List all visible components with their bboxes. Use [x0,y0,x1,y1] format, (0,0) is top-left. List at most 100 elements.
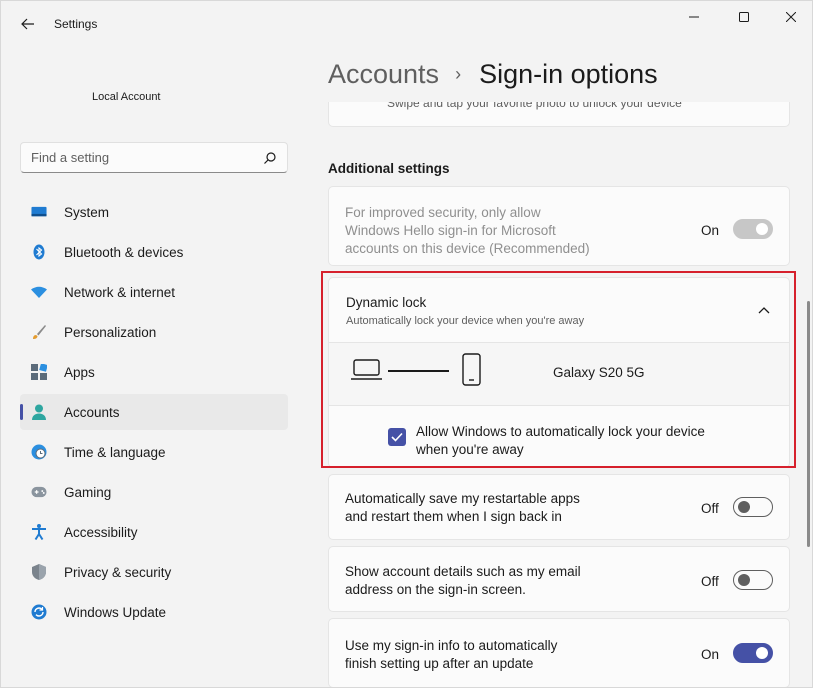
paired-device-name: Galaxy S20 5G [553,365,645,380]
sidebar-item-personalization[interactable]: Personalization [20,314,288,350]
back-button[interactable] [15,11,41,37]
picture-password-card[interactable]: Swipe and tap your favorite photo to unl… [328,102,790,127]
restart-apps-text: Automatically save my restartable apps a… [345,490,580,526]
hello-only-line: For improved security, only allow [345,205,541,220]
accessibility-icon [31,524,47,540]
profile-name: Local Account [92,91,161,103]
dynamic-lock-device-row: Galaxy S20 5G [328,343,790,406]
account-details-state: Off [701,574,719,589]
chevron-up-icon[interactable] [757,303,771,317]
toggle-knob [756,223,768,235]
sidebar-item-gaming[interactable]: Gaming [20,474,288,510]
hello-only-state: On [701,223,720,238]
avatar[interactable] [21,75,83,101]
picture-password-description: Swipe and tap your favorite photo to unl… [387,102,682,110]
signin-info-text: Use my sign-in info to automatically fin… [345,637,557,673]
minimize-icon [689,16,699,18]
sidebar-item-apps[interactable]: Apps [20,354,288,390]
sidebar-item-windows-update[interactable]: Windows Update [20,594,288,630]
globe-clock-icon [31,444,47,460]
restart-apps-line: and restart them when I sign back in [345,509,562,524]
sidebar-item-network[interactable]: Network & internet [20,274,288,310]
app-title: Settings [54,17,98,31]
account-details-toggle[interactable] [733,570,773,590]
signin-info-toggle[interactable] [733,643,773,663]
account-details-line: address on the sign-in screen. [345,582,526,597]
gamepad-icon [31,484,47,500]
sidebar-item-label: Accessibility [64,524,138,540]
laptop-icon [351,359,382,380]
maximize-button[interactable] [721,1,767,33]
account-details-line: Show account details such as my email [345,564,581,579]
account-icon [31,404,47,420]
sidebar-item-label: Accounts [64,404,120,420]
breadcrumb-parent[interactable]: Accounts [328,59,439,90]
sidebar-item-time-language[interactable]: Time & language [20,434,288,470]
search-box[interactable] [20,142,288,173]
account-details-text: Show account details such as my email ad… [345,563,581,599]
checkbox-label-line: when you're away [416,442,524,457]
dynamic-lock-header[interactable]: Dynamic lock Automatically lock your dev… [328,277,790,343]
maximize-icon [739,12,749,22]
dynamic-lock-title: Dynamic lock [346,295,427,310]
brush-icon [31,324,47,340]
sidebar-nav: System Bluetooth & devices Network & int… [20,194,288,634]
hello-only-setting: For improved security, only allow Window… [328,186,790,266]
hello-only-text: For improved security, only allow Window… [345,204,590,258]
restart-apps-setting: Automatically save my restartable apps a… [328,474,790,540]
sidebar-item-accounts[interactable]: Accounts [20,394,288,430]
restart-apps-line: Automatically save my restartable apps [345,491,580,506]
search-icon[interactable] [263,151,277,165]
sidebar-item-label: Personalization [64,324,157,340]
sidebar-item-bluetooth[interactable]: Bluetooth & devices [20,234,288,270]
toggle-knob [756,647,768,659]
sidebar-item-accessibility[interactable]: Accessibility [20,514,288,550]
toggle-knob [738,574,750,586]
phone-icon [462,353,481,386]
checkmark-icon [391,432,403,442]
signin-info-setting: Use my sign-in info to automatically fin… [328,618,790,687]
system-icon [31,204,47,220]
search-input[interactable] [31,150,251,165]
dynamic-lock-checkbox-label[interactable]: Allow Windows to automatically lock your… [416,423,746,459]
signin-info-line: Use my sign-in info to automatically [345,638,558,653]
signin-info-line: finish setting up after an update [345,656,534,671]
title-bar: Settings [1,1,812,47]
checkbox-label-line: Allow Windows to automatically lock your… [416,424,705,439]
restart-apps-state: Off [701,501,719,516]
breadcrumb: Accounts › Sign-in options [328,59,658,90]
signin-info-state: On [701,647,720,662]
scrollbar[interactable] [807,301,810,547]
close-button[interactable] [768,1,812,33]
connection-line [388,370,449,372]
sidebar-item-system[interactable]: System [20,194,288,230]
hello-only-toggle [733,219,773,239]
update-icon [31,604,47,620]
sidebar-item-label: Bluetooth & devices [64,244,184,260]
dynamic-lock-checkbox[interactable] [388,428,406,446]
dynamic-lock-subtitle: Automatically lock your device when you'… [346,315,585,327]
sidebar-item-label: Privacy & security [64,564,172,580]
additional-settings-heading: Additional settings [328,161,450,176]
back-arrow-icon [21,18,34,30]
minimize-button[interactable] [671,1,717,33]
sidebar-item-label: Apps [64,364,95,380]
bluetooth-icon [31,244,47,260]
apps-icon [31,364,47,380]
account-details-setting: Show account details such as my email ad… [328,546,790,612]
hello-only-line: Windows Hello sign-in for Microsoft [345,223,556,238]
sidebar-item-label: System [64,204,110,220]
sidebar-item-privacy[interactable]: Privacy & security [20,554,288,590]
sidebar-item-label: Windows Update [64,604,167,620]
breadcrumb-separator: › [455,64,462,84]
restart-apps-toggle[interactable] [733,497,773,517]
toggle-knob [738,501,750,513]
hello-only-line: accounts on this device (Recommended) [345,241,590,256]
shield-icon [31,564,47,580]
dynamic-lock-checkbox-row: Allow Windows to automatically lock your… [328,406,790,468]
sidebar-item-label: Network & internet [64,284,176,300]
sidebar-item-label: Time & language [64,444,166,460]
wifi-icon [31,284,47,300]
settings-window: Settings Local Account System Bluetooth … [0,0,813,688]
close-icon [786,12,796,22]
